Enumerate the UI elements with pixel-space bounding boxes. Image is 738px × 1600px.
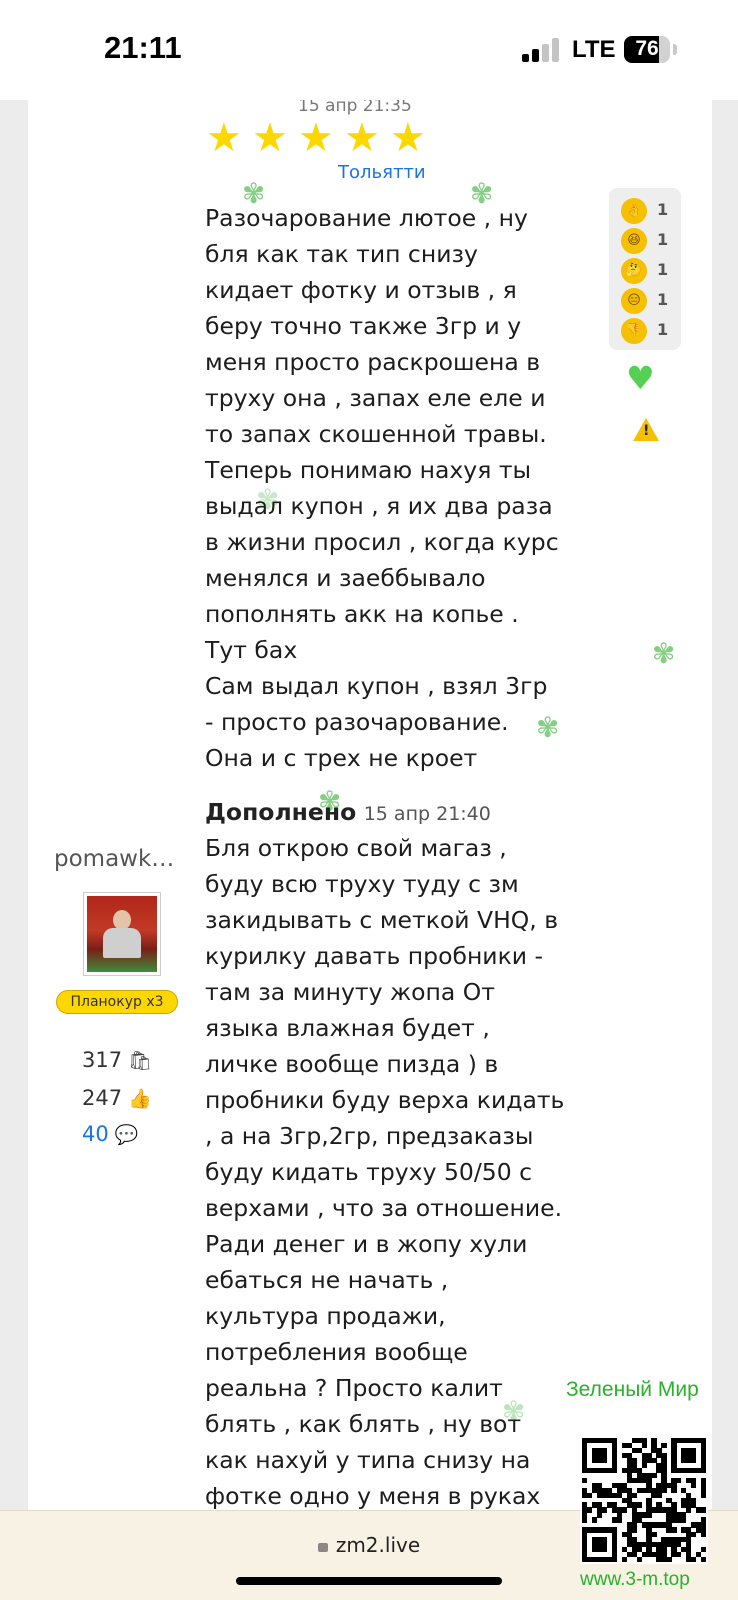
text-line: реальна ? Просто калит xyxy=(205,1374,503,1402)
text-line: Бля открою свой магаз , xyxy=(205,834,507,862)
laughing-face-icon: 😆 xyxy=(621,228,647,254)
unamused-face-icon: 😑 xyxy=(621,288,647,314)
thinking-face-icon: 🤔 xyxy=(621,258,647,284)
text-line: Тут бах xyxy=(205,636,298,664)
stat-orders-value: 317 xyxy=(82,1048,123,1072)
star-icon: ★ xyxy=(206,115,242,161)
text-line: Теперь понимаю нахуя ты xyxy=(205,456,532,484)
text-line: личке вообще пизда ) в xyxy=(205,1050,499,1078)
watermark-url: www.3-m.top xyxy=(580,1569,690,1590)
bag-icon: 🛍 xyxy=(128,1050,153,1072)
text-line: верхами , что за отношение. xyxy=(205,1194,563,1222)
reaction-item[interactable]: 🤔 1 xyxy=(609,256,681,286)
reaction-count: 1 xyxy=(657,200,669,219)
home-indicator[interactable] xyxy=(236,1577,502,1585)
added-body: Бля открою свой магаз , буду всю труху ту… xyxy=(205,830,585,1512)
heart-icon[interactable]: ♥ xyxy=(626,362,655,394)
post-date: 15 апр 21:35 xyxy=(298,100,412,116)
added-date: 15 апр 21:40 xyxy=(363,803,491,825)
warning-icon[interactable]: ! xyxy=(633,418,659,441)
star-icon: ★ xyxy=(252,115,288,161)
qr-code xyxy=(580,1436,708,1564)
post-body: Разочарование лютое , ну бля как так тип … xyxy=(205,200,585,776)
reactions-panel: 👌 1 😆 1 🤔 1 😑 1 👎 1 xyxy=(609,188,681,350)
text-line: , а на 3гр,2гр, предзаказы xyxy=(205,1122,534,1150)
ok-hand-icon: 👌 xyxy=(621,198,647,224)
text-line: как нахуй у типа снизу на xyxy=(205,1446,531,1474)
text-line: фотке одно у меня в руках xyxy=(205,1482,541,1510)
text-line: там за минуту жопа От xyxy=(205,978,495,1006)
star-icon: ★ xyxy=(344,115,380,161)
text-line: - просто разочарование. xyxy=(205,708,509,736)
thumbs-up-icon: 👍 xyxy=(128,1088,152,1110)
reaction-count: 1 xyxy=(657,230,669,249)
comment-icon: 💬 xyxy=(114,1124,139,1146)
text-line: ебаться не начать , xyxy=(205,1266,449,1294)
text-line: бля как так тип снизу xyxy=(205,240,478,268)
avatar[interactable] xyxy=(83,892,161,976)
text-line: труху она , запах еле еле и xyxy=(205,384,546,412)
added-label: Дополнено xyxy=(205,798,357,826)
city-link[interactable]: Тольятти xyxy=(338,162,426,183)
username[interactable]: pomawk… xyxy=(54,846,174,872)
thumbs-down-icon: 👎 xyxy=(621,318,647,344)
stat-comments-value[interactable]: 40 xyxy=(82,1122,109,1146)
reaction-item[interactable]: 👌 1 xyxy=(609,196,681,226)
text-line: выдал купон , я их два раза xyxy=(205,492,553,520)
added-header: Дополнено 15 апр 21:40 xyxy=(205,794,585,832)
leaf-decoration-icon: ✾ xyxy=(652,637,676,670)
text-line: пополнять акк на копье . xyxy=(205,600,519,628)
text-line: беру точно также 3гр и у xyxy=(205,312,522,340)
stat-orders: 317 🛍 xyxy=(82,1048,152,1072)
reaction-count: 1 xyxy=(657,290,669,309)
text-line: меня просто раскрошена в xyxy=(205,348,541,376)
rating-stars: ★ ★ ★ ★ ★ xyxy=(206,115,436,161)
text-line: менялся и заеббывало xyxy=(205,564,486,592)
text-line: культура продажи, xyxy=(205,1302,446,1330)
text-line: то запах скошенной травы. xyxy=(205,420,547,448)
star-icon: ★ xyxy=(298,115,334,161)
text-line: Сам выдал купон , взял 3гр xyxy=(205,672,548,700)
text-line: кидает фотку и отзыв , я xyxy=(205,276,517,304)
network-type: LTE xyxy=(572,36,616,63)
reaction-count: 1 xyxy=(657,320,669,339)
lock-icon xyxy=(317,1543,328,1552)
stat-likes-value: 247 xyxy=(82,1086,123,1110)
reaction-count: 1 xyxy=(657,260,669,279)
text-line: закидывать с меткой VHQ, в xyxy=(205,906,559,934)
text-line: буду кидать труху 50/50 с xyxy=(205,1158,533,1186)
text-line: Она и с трех не кроет xyxy=(205,744,478,772)
rank-badge: Планокур x3 xyxy=(56,990,178,1014)
watermark-title: Зеленый Мир xyxy=(566,1378,699,1401)
battery-level: 76 xyxy=(635,37,659,60)
text-line: потребления вообще xyxy=(205,1338,468,1366)
text-line: Ради денег и в жопу хули xyxy=(205,1230,528,1258)
reaction-item[interactable]: 👎 1 xyxy=(609,316,681,346)
text-line: языка влажная будет , xyxy=(205,1014,490,1042)
cellular-signal-icon xyxy=(522,38,560,62)
battery-icon: 76 xyxy=(624,36,670,63)
reaction-item[interactable]: 😑 1 xyxy=(609,286,681,316)
text-line: Разочарование лютое , ну xyxy=(205,204,528,232)
status-bar: 21:11 LTE 76 xyxy=(0,0,738,100)
review-post: ✾ ✾ ✾ ✾ ✾ ✾ ✾ 15 апр 21:35 ★ ★ ★ ★ ★ Тольятт… xyxy=(28,100,712,1512)
text-line: пробники буду верха кидать xyxy=(205,1086,565,1114)
text-line: курилку давать пробники - xyxy=(205,942,543,970)
text-line: буду всю труху туду с зм xyxy=(205,870,519,898)
reaction-item[interactable]: 😆 1 xyxy=(609,226,681,256)
address-text: zm2.live xyxy=(335,1533,421,1557)
status-time: 21:11 xyxy=(104,30,182,65)
text-line: в жизни просил , когда курс xyxy=(205,528,559,556)
stat-likes: 247 👍 xyxy=(82,1086,152,1110)
star-icon: ★ xyxy=(390,115,426,161)
battery-tip xyxy=(673,44,677,55)
stat-comments[interactable]: 40 💬 xyxy=(82,1122,138,1146)
text-line: блять , как блять , ну вот xyxy=(205,1410,522,1438)
